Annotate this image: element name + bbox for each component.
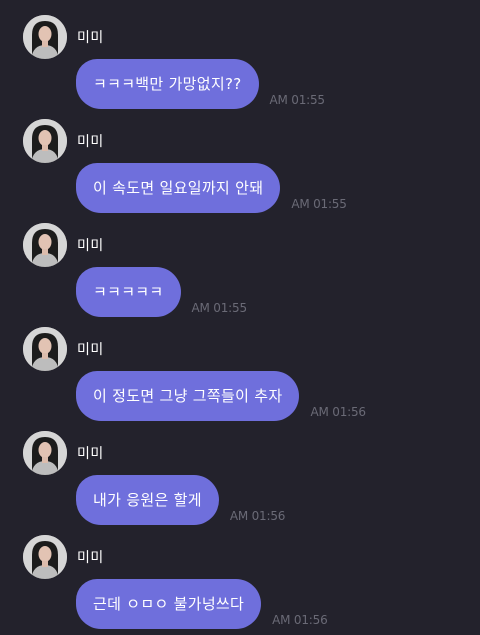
message-item: 미미 근데 ㅇㅁㅇ 불가넝쓰다 AM 01:56: [0, 520, 480, 629]
message-bubble[interactable]: 이 속도면 일요일까지 안돼: [76, 163, 281, 213]
message-row: 내가 응원은 할게 AM 01:56: [76, 475, 285, 525]
message-row: ㅋㅋㅋㅋㅋ AM 01:55: [76, 267, 247, 317]
message-bubble[interactable]: 이 정도면 그냥 그쪽들이 추자: [76, 371, 300, 421]
chat-message-list[interactable]: 미미 ㅋㅋㅋ백만 가망없지?? AM 01:55 미미 이 속도면 일요일까지 …: [0, 0, 480, 635]
sender-avatar[interactable]: [23, 535, 67, 579]
message-row: 이 정도면 그냥 그쪽들이 추자 AM 01:56: [76, 371, 366, 421]
message-item: 미미 이 정도면 그냥 그쪽들이 추자 AM 01:56: [0, 312, 480, 421]
message-row: 이 속도면 일요일까지 안돼 AM 01:55: [76, 163, 347, 213]
sender-name: 미미: [77, 550, 104, 566]
sender-avatar[interactable]: [23, 327, 67, 371]
sender-name: 미미: [77, 446, 104, 462]
sender-name: 미미: [77, 134, 104, 150]
sender-avatar[interactable]: [23, 119, 67, 163]
sender-avatar[interactable]: [23, 223, 67, 267]
message-item: 미미 ㅋㅋㅋ백만 가망없지?? AM 01:55: [0, 0, 480, 109]
sender-name: 미미: [77, 238, 104, 254]
message-bubble[interactable]: ㅋㅋㅋ백만 가망없지??: [76, 59, 259, 109]
message-item: 미미 이 속도면 일요일까지 안돼 AM 01:55: [0, 104, 480, 213]
message-row: ㅋㅋㅋ백만 가망없지?? AM 01:55: [76, 59, 325, 109]
message-bubble[interactable]: ㅋㅋㅋㅋㅋ: [76, 267, 181, 317]
sender-avatar[interactable]: [23, 15, 67, 59]
message-item: 미미 내가 응원은 할게 AM 01:56: [0, 416, 480, 525]
message-bubble[interactable]: 근데 ㅇㅁㅇ 불가넝쓰다: [76, 579, 262, 629]
message-bubble[interactable]: 내가 응원은 할게: [76, 475, 219, 525]
sender-avatar[interactable]: [23, 431, 67, 475]
message-timestamp: AM 01:56: [272, 613, 328, 627]
sender-name: 미미: [77, 30, 104, 46]
sender-name: 미미: [77, 342, 104, 358]
message-row: 근데 ㅇㅁㅇ 불가넝쓰다 AM 01:56: [76, 579, 328, 629]
message-item: 미미 ㅋㅋㅋㅋㅋ AM 01:55: [0, 208, 480, 317]
